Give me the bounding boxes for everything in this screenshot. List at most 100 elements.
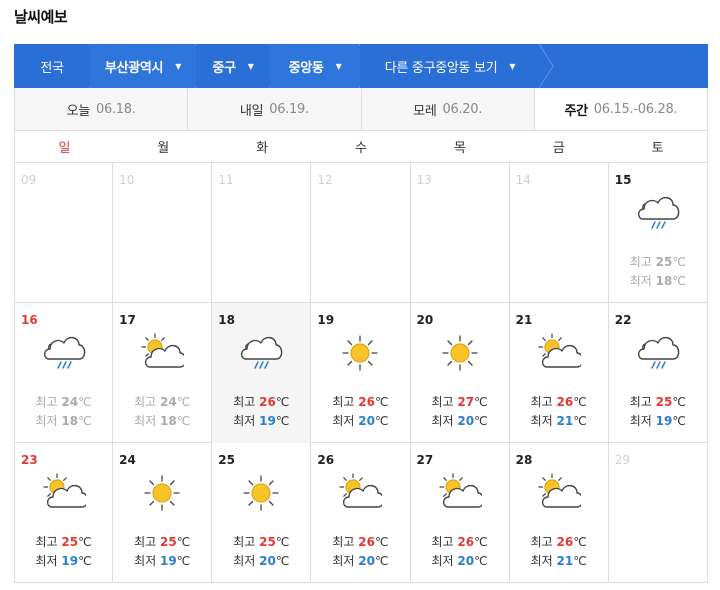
day-number: 11 [218, 173, 234, 187]
high-temp-line: 최고 26℃ [510, 393, 608, 412]
high-label: 최고 [134, 395, 157, 409]
temp-unit: ℃ [375, 395, 389, 409]
temperature-block: 최고 24℃ 최저 18℃ [113, 393, 211, 431]
high-label: 최고 [629, 255, 652, 269]
partly-cloudy-icon [338, 473, 385, 513]
day-cell: 10 [113, 163, 213, 303]
chevron-separator-icon [539, 44, 554, 88]
caret-down-icon: ▼ [335, 61, 342, 71]
temp-unit: ℃ [176, 554, 191, 568]
low-temp-value: 20 [457, 414, 475, 428]
week-row: 16 최고 24℃ 최저 18℃ 17 최고 24℃ 최저 18℃ 18 최고 26℃ 최저 1… [14, 303, 708, 443]
high-temp-line: 최고 26℃ [411, 533, 509, 552]
partly-cloudy-icon [438, 473, 484, 513]
temperature-block: 최고 24℃ 최저 18℃ [15, 393, 112, 431]
tab-day-after[interactable]: 모레 06.20. [362, 88, 535, 130]
tab-today[interactable]: 오늘 06.18. [15, 88, 189, 130]
day-cell[interactable]: 24 최고 25℃ 최저 19℃ [113, 443, 213, 583]
low-label: 최저 [332, 554, 355, 568]
temp-unit: ℃ [474, 395, 488, 409]
weekday-label: 월 [157, 141, 170, 156]
temp-unit: ℃ [275, 414, 290, 428]
high-label: 최고 [530, 395, 553, 409]
day-cell[interactable]: 28 최고 26℃ 최저 21℃ [510, 443, 609, 583]
high-temp-value: 24 [160, 395, 177, 409]
temp-unit: ℃ [573, 535, 587, 549]
day-cell: 09 [14, 163, 114, 303]
temperature-block: 최고 26℃ 최저 21℃ [510, 533, 608, 571]
day-cell[interactable]: 15 최고 25℃ 최저 18℃ [609, 163, 708, 303]
low-temp-line: 최저 20℃ [411, 412, 509, 431]
temperature-block: 최고 26℃ 최저 20℃ [311, 533, 409, 571]
day-cell[interactable]: 18 최고 26℃ 최저 19℃ [212, 303, 312, 443]
high-temp-value: 25 [259, 535, 276, 549]
low-label: 최저 [332, 414, 355, 428]
day-cell[interactable]: 25 최고 25℃ 최저 20℃ [212, 443, 312, 583]
forecast-tabs: 오늘 06.18. 내일 06.19. 모레 06.20. 주간 06.15.-06.28. [14, 88, 708, 131]
day-number: 16 [21, 313, 38, 327]
low-temp-value: 19 [655, 414, 673, 428]
temp-unit: ℃ [78, 535, 92, 549]
low-label: 최저 [134, 414, 157, 428]
weekday-label: 수 [355, 141, 367, 156]
breadcrumb-label: 중앙동 [288, 60, 324, 76]
temp-unit: ℃ [474, 554, 488, 568]
high-temp-line: 최고 24℃ [15, 393, 112, 412]
day-cell[interactable]: 27 최고 26℃ 최저 20℃ [411, 443, 510, 583]
breadcrumb-item[interactable]: 전국 [14, 44, 90, 88]
low-temp-line: 최저 21℃ [510, 412, 608, 431]
breadcrumb-label: 다른 중구중앙동 보기 [384, 60, 498, 76]
day-cell[interactable]: 23 최고 25℃ 최저 19℃ [14, 443, 114, 583]
high-temp-value: 27 [457, 395, 475, 409]
rain-icon [239, 333, 283, 373]
temperature-block: 최고 27℃ 최저 20℃ [411, 393, 509, 431]
week-row: 23 최고 25℃ 최저 19℃ 24 최고 25℃ 최저 19℃ 25 최고 25℃ 최저 2… [14, 443, 708, 583]
temperature-block: 최고 26℃ 최저 19℃ [212, 393, 310, 431]
day-cell[interactable]: 22 최고 25℃ 최저 19℃ [609, 303, 708, 443]
tab-tomorrow[interactable]: 내일 06.19. [188, 88, 362, 130]
breadcrumb-item[interactable]: 다른 중구중앙동 보기 ▼ [360, 44, 540, 88]
high-temp-value: 25 [160, 535, 177, 549]
day-cell[interactable]: 16 최고 24℃ 최저 18℃ [14, 303, 114, 443]
high-temp-value: 25 [61, 535, 79, 549]
low-temp-value: 19 [259, 414, 276, 428]
temperature-block: 최고 26℃ 최저 21℃ [510, 393, 608, 431]
tab-weekly[interactable]: 주간 06.15.-06.28. [534, 88, 707, 130]
temp-unit: ℃ [573, 395, 587, 409]
breadcrumb-item[interactable]: 부산광역시 ▼ [90, 44, 196, 88]
high-temp-line: 최고 25℃ [609, 253, 707, 272]
low-temp-line: 최저 20℃ [311, 552, 409, 571]
high-temp-line: 최고 25℃ [15, 533, 112, 552]
low-label: 최저 [530, 414, 553, 428]
temp-unit: ℃ [573, 554, 587, 568]
breadcrumb-item[interactable]: 중앙동 ▼ [270, 44, 360, 88]
high-label: 최고 [35, 395, 58, 409]
breadcrumb-item[interactable]: 중구 ▼ [196, 44, 270, 88]
temperature-block: 최고 26℃ 최저 20℃ [311, 393, 409, 431]
day-cell: 14 [510, 163, 609, 303]
temp-unit: ℃ [78, 414, 92, 428]
high-temp-value: 26 [457, 535, 475, 549]
low-temp-line: 최저 18℃ [113, 412, 211, 431]
weekly-calendar: 09 10 11 12 13 14 15 최고 25℃ 최저 18℃ 16 최고 24℃ 최저 18℃… [14, 163, 708, 583]
day-cell[interactable]: 26 최고 26℃ 최저 20℃ [311, 443, 411, 583]
temp-unit: ℃ [474, 414, 488, 428]
high-temp-value: 25 [655, 255, 673, 269]
high-label: 최고 [134, 535, 157, 549]
low-temp-value: 21 [556, 554, 574, 568]
low-temp-value: 20 [457, 554, 475, 568]
day-number: 24 [119, 453, 136, 467]
caret-down-icon: ▼ [247, 61, 254, 71]
low-temp-value: 20 [358, 414, 375, 428]
low-label: 최저 [35, 414, 58, 428]
high-temp-line: 최고 24℃ [113, 393, 211, 412]
temp-unit: ℃ [275, 554, 290, 568]
day-cell[interactable]: 20 최고 27℃ 최저 20℃ [411, 303, 510, 443]
day-cell[interactable]: 19 최고 26℃ 최저 20℃ [311, 303, 411, 443]
high-label: 최고 [629, 395, 652, 409]
day-cell[interactable]: 21 최고 26℃ 최저 21℃ [510, 303, 609, 443]
day-cell[interactable]: 17 최고 24℃ 최저 18℃ [113, 303, 213, 443]
temp-unit: ℃ [672, 395, 686, 409]
tab-date: 06.18. [96, 101, 136, 117]
high-temp-line: 최고 25℃ [113, 533, 211, 552]
